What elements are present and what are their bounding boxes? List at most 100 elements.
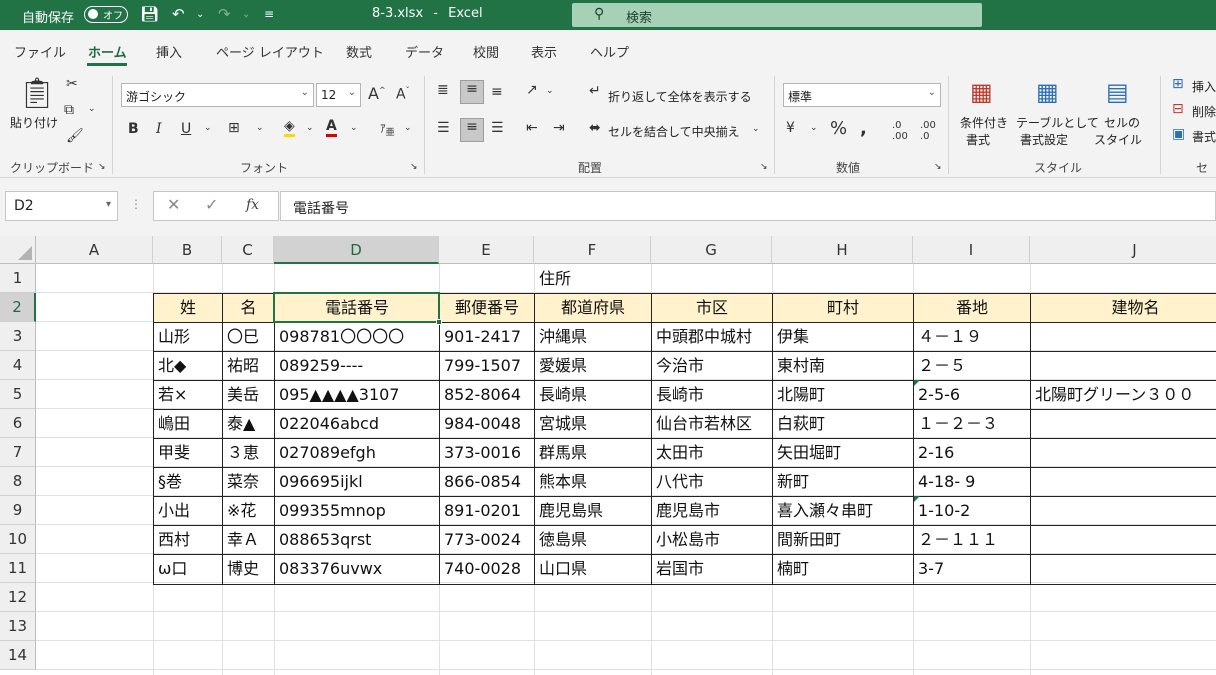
align-right-icon[interactable]: ☰ [491, 120, 504, 136]
column-header-j[interactable]: J [1030, 236, 1216, 264]
row-header-13[interactable]: 13 [0, 612, 36, 641]
table-cell[interactable]: ω口 [154, 554, 222, 583]
table-cell[interactable]: 美岳 [223, 380, 274, 409]
table-cell[interactable]: 博史 [223, 554, 274, 583]
table-cell[interactable]: 長崎市 [652, 380, 772, 409]
paste-icon[interactable]: 📋︎ [18, 76, 56, 111]
table-cell[interactable]: 山形 [154, 322, 222, 351]
fill-color-dropdown-icon[interactable]: ⌄ [306, 123, 314, 133]
align-middle-icon[interactable]: ≡ [460, 80, 484, 104]
table-cell[interactable]: 099355mnop [275, 496, 439, 525]
borders-dropdown-icon[interactable]: ⌄ [256, 123, 264, 133]
column-header-b[interactable]: B [153, 236, 222, 264]
borders-icon[interactable]: ⊞ [228, 120, 240, 136]
copy-icon[interactable]: ⧉ [64, 102, 74, 118]
table-cell[interactable]: 373-0016 [440, 438, 534, 467]
table-header-cell[interactable]: 郵便番号 [440, 293, 534, 322]
table-cell[interactable]: 089259---- [275, 351, 439, 380]
alignment-launcher-icon[interactable]: ↘ [760, 162, 768, 172]
increase-decimal-icon[interactable]: .0.00 [892, 120, 908, 142]
tab-insert[interactable]: 挿入 [156, 42, 182, 61]
tab-home[interactable]: ホーム [88, 42, 127, 61]
table-cell[interactable]: 間新田町 [773, 525, 913, 554]
table-cell[interactable]: 新町 [773, 467, 913, 496]
table-cell[interactable]: 祐昭 [223, 351, 274, 380]
number-launcher-icon[interactable]: ↘ [934, 162, 942, 172]
accounting-format-icon[interactable]: ¥ [786, 120, 795, 136]
enter-icon[interactable]: ✓ [205, 195, 218, 214]
cell-f1[interactable]: 住所 [535, 264, 651, 293]
table-cell[interactable]: §巻 [154, 467, 222, 496]
font-name-select[interactable]: 游ゴシック ⌄ [121, 83, 314, 107]
fill-color-icon[interactable]: ◈ [284, 118, 295, 137]
table-cell[interactable]: 伊集 [773, 322, 913, 351]
align-left-icon[interactable]: ☰ [437, 120, 450, 136]
row-header-12[interactable]: 12 [0, 583, 36, 612]
format-cells-icon[interactable]: ▣ [1172, 126, 1185, 142]
orientation-icon[interactable]: ↗ [526, 82, 538, 98]
tab-review[interactable]: 校閲 [473, 42, 499, 61]
table-cell[interactable]: 岩国市 [652, 554, 772, 583]
table-cell[interactable]: ２－５ [914, 351, 1030, 380]
table-cell[interactable]: 022046abcd [275, 409, 439, 438]
table-cell[interactable]: 東村南 [773, 351, 913, 380]
column-header-f[interactable]: F [534, 236, 651, 264]
table-cell[interactable]: 泰▲ [223, 409, 274, 438]
table-header-cell[interactable]: 建物名 [1031, 293, 1216, 322]
align-center-icon[interactable]: ≡ [460, 118, 484, 142]
redo-icon[interactable]: ↷ [218, 5, 231, 23]
row-header-9[interactable]: 9 [0, 496, 36, 525]
table-cell[interactable]: 甲斐 [154, 438, 222, 467]
table-cell[interactable]: 北陽町 [773, 380, 913, 409]
autosave-toggle[interactable]: オフ [84, 6, 128, 23]
tab-view[interactable]: 表示 [531, 42, 557, 61]
underline-icon[interactable]: U [181, 121, 191, 137]
tab-help[interactable]: ヘルプ [590, 42, 629, 61]
table-cell[interactable]: 鹿児島市 [652, 496, 772, 525]
table-cell[interactable]: 1-10-2 [914, 496, 1030, 525]
fill-handle[interactable] [436, 319, 442, 325]
table-cell[interactable]: 〇巳 [223, 322, 274, 351]
table-cell[interactable]: 北◆ [154, 351, 222, 380]
tab-formulas[interactable]: 数式 [346, 42, 372, 61]
name-box[interactable]: D2 ▾ [5, 191, 118, 221]
underline-dropdown-icon[interactable]: ⌄ [204, 123, 212, 133]
table-cell[interactable]: 楠町 [773, 554, 913, 583]
table-cell[interactable]: 799-1507 [440, 351, 534, 380]
table-header-cell[interactable]: 町村 [773, 293, 913, 322]
table-header-cell[interactable]: 姓 [154, 293, 222, 322]
insert-cells-icon[interactable]: ⊞ [1172, 76, 1184, 92]
save-icon[interactable]: 💾︎ [140, 5, 159, 23]
delete-cells-icon[interactable]: ⊟ [1172, 101, 1184, 117]
table-cell[interactable]: 西村 [154, 525, 222, 554]
table-cell[interactable]: 027089efgh [275, 438, 439, 467]
font-launcher-icon[interactable]: ↘ [410, 162, 418, 172]
table-cell[interactable]: ４－１９ [914, 322, 1030, 351]
align-top-icon[interactable]: ≣ [437, 82, 449, 98]
table-cell[interactable]: 2-16 [914, 438, 1030, 467]
table-cell[interactable]: 小出 [154, 496, 222, 525]
table-cell[interactable]: 4-18- 9 [914, 467, 1030, 496]
row-header-6[interactable]: 6 [0, 409, 36, 438]
row-header-10[interactable]: 10 [0, 525, 36, 554]
table-cell[interactable]: 群馬県 [535, 438, 651, 467]
error-indicator[interactable] [914, 496, 920, 502]
row-header-11[interactable]: 11 [0, 554, 36, 583]
table-cell[interactable]: 098781〇〇〇〇 [275, 322, 439, 351]
table-header-cell[interactable]: 名 [223, 293, 274, 322]
wrap-text-button[interactable]: 折り返して全体を表示する [608, 88, 752, 105]
table-cell[interactable]: 仙台市若林区 [652, 409, 772, 438]
font-color-dropdown-icon[interactable]: ⌄ [350, 123, 358, 133]
table-cell[interactable]: 096695ijkl [275, 467, 439, 496]
table-cell[interactable]: 八代市 [652, 467, 772, 496]
row-header-14[interactable]: 14 [0, 641, 36, 670]
merge-dropdown-icon[interactable]: ⌄ [752, 124, 760, 134]
insert-function-icon[interactable]: fx [246, 197, 259, 213]
table-cell[interactable]: 嶋田 [154, 409, 222, 438]
table-cell[interactable]: 095▲▲▲▲3107 [275, 380, 439, 409]
phonetic-icon[interactable]: ｱ亜 [380, 120, 395, 138]
row-header-4[interactable]: 4 [0, 351, 36, 380]
table-cell[interactable]: 今治市 [652, 351, 772, 380]
table-cell[interactable]: ２－１１１ [914, 525, 1030, 554]
row-header-7[interactable]: 7 [0, 438, 36, 467]
